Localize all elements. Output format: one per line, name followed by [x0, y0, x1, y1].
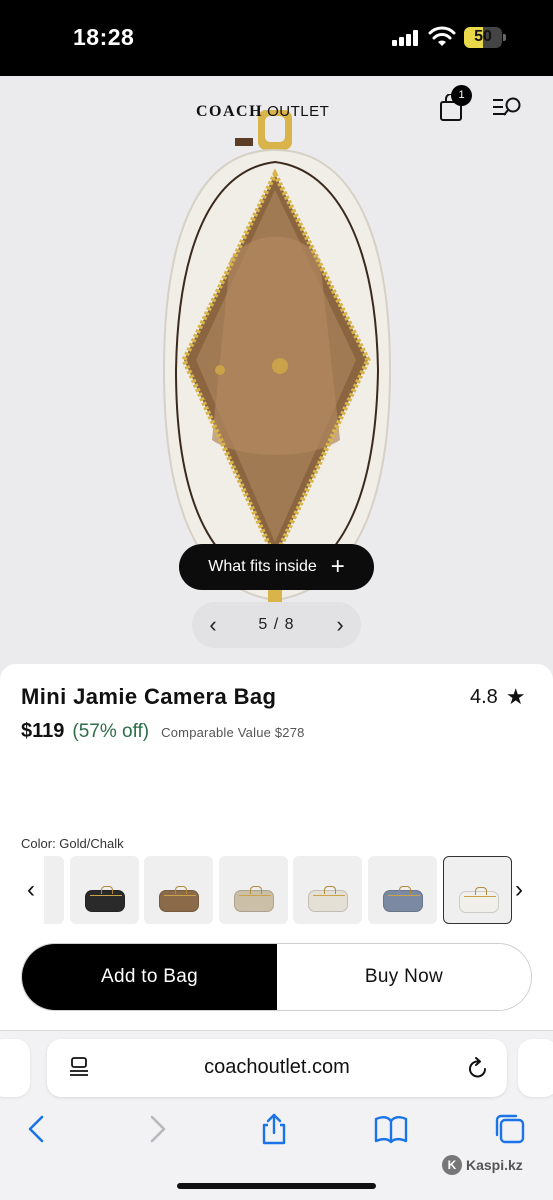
image-counter: 5 / 8 [258, 616, 295, 633]
swatch-brown-signature[interactable] [144, 856, 213, 924]
price-row: $119 (57% off) Comparable Value $278 [21, 720, 305, 743]
buy-now-button[interactable]: Buy Now [277, 944, 531, 1010]
rating-value: 4.8 [470, 685, 498, 708]
what-fits-inside-label: What fits inside [208, 558, 317, 575]
watermark-text: Kaspi.kz [466, 1157, 523, 1173]
product-info-panel: Mini Jamie Camera Bag 4.8 ★ $119 (57% of… [0, 664, 553, 1030]
star-icon: ★ [505, 684, 526, 709]
discount-percent: (57% off) [72, 721, 150, 742]
watermark: K Kaspi.kz [442, 1155, 523, 1175]
brand-logo[interactable]: COACH OUTLET [196, 103, 329, 121]
reload-icon[interactable] [467, 1056, 489, 1080]
add-to-bag-button[interactable]: Add to Bag [22, 944, 277, 1010]
product-title: Mini Jamie Camera Bag [21, 684, 277, 709]
swatch-next-button[interactable]: › [507, 876, 531, 904]
swatch-khaki-signature[interactable] [219, 856, 288, 924]
share-icon[interactable] [256, 1111, 292, 1147]
brand-subtitle: OUTLET [267, 103, 330, 120]
image-pager: ‹ 5 / 8 › [192, 602, 361, 648]
previous-image-button[interactable]: ‹ [206, 614, 220, 636]
browser-toolbar: coachoutlet.com K Kaspi.kz [0, 1030, 553, 1200]
what-fits-inside-button[interactable]: What fits inside + [179, 544, 374, 590]
cart-count-badge: 1 [451, 85, 472, 106]
address-bar[interactable]: coachoutlet.com [47, 1039, 507, 1097]
sale-price: $119 [21, 720, 65, 742]
plus-icon: + [330, 553, 345, 580]
swatch-denim[interactable] [368, 856, 437, 924]
wifi-icon [428, 26, 456, 46]
bookmarks-icon[interactable] [373, 1111, 409, 1147]
battery-level: 50 [474, 28, 492, 45]
swatch-gold-chalk[interactable] [443, 856, 512, 924]
swatch-prev-button[interactable]: ‹ [19, 876, 43, 904]
tabs-icon[interactable] [492, 1111, 528, 1147]
status-time: 18:28 [73, 24, 135, 50]
brand-name: COACH [196, 103, 264, 120]
home-indicator [177, 1183, 376, 1189]
forward-icon[interactable] [138, 1111, 174, 1147]
battery-indicator: 50 [464, 27, 506, 48]
next-image-button[interactable]: › [333, 614, 347, 636]
color-label: Color: Gold/Chalk [21, 836, 124, 851]
product-image-gallery[interactable]: COACH OUTLET 1 What fits inside + ‹ 5 / 8… [0, 76, 553, 676]
back-icon[interactable] [20, 1111, 56, 1147]
url-text: coachoutlet.com [204, 1056, 350, 1078]
swatch-chalk-signature[interactable] [293, 856, 362, 924]
swatch-black[interactable] [70, 856, 139, 924]
color-swatch-carousel: ‹ › [0, 856, 553, 926]
swatch-partial[interactable] [44, 856, 64, 924]
cellular-signal-icon [392, 30, 420, 46]
kaspi-logo-icon: K [442, 1155, 462, 1175]
next-tab-preview[interactable] [518, 1039, 553, 1097]
browser-nav-row [0, 1111, 553, 1151]
status-bar: 18:28 50 [0, 0, 553, 76]
purchase-buttons: Add to Bag Buy Now [21, 943, 532, 1011]
menu-search-icon[interactable] [492, 96, 522, 118]
product-rating[interactable]: 4.8 ★ [470, 684, 526, 710]
comparable-value: Comparable Value $278 [161, 725, 305, 740]
previous-tab-preview[interactable] [0, 1039, 30, 1097]
